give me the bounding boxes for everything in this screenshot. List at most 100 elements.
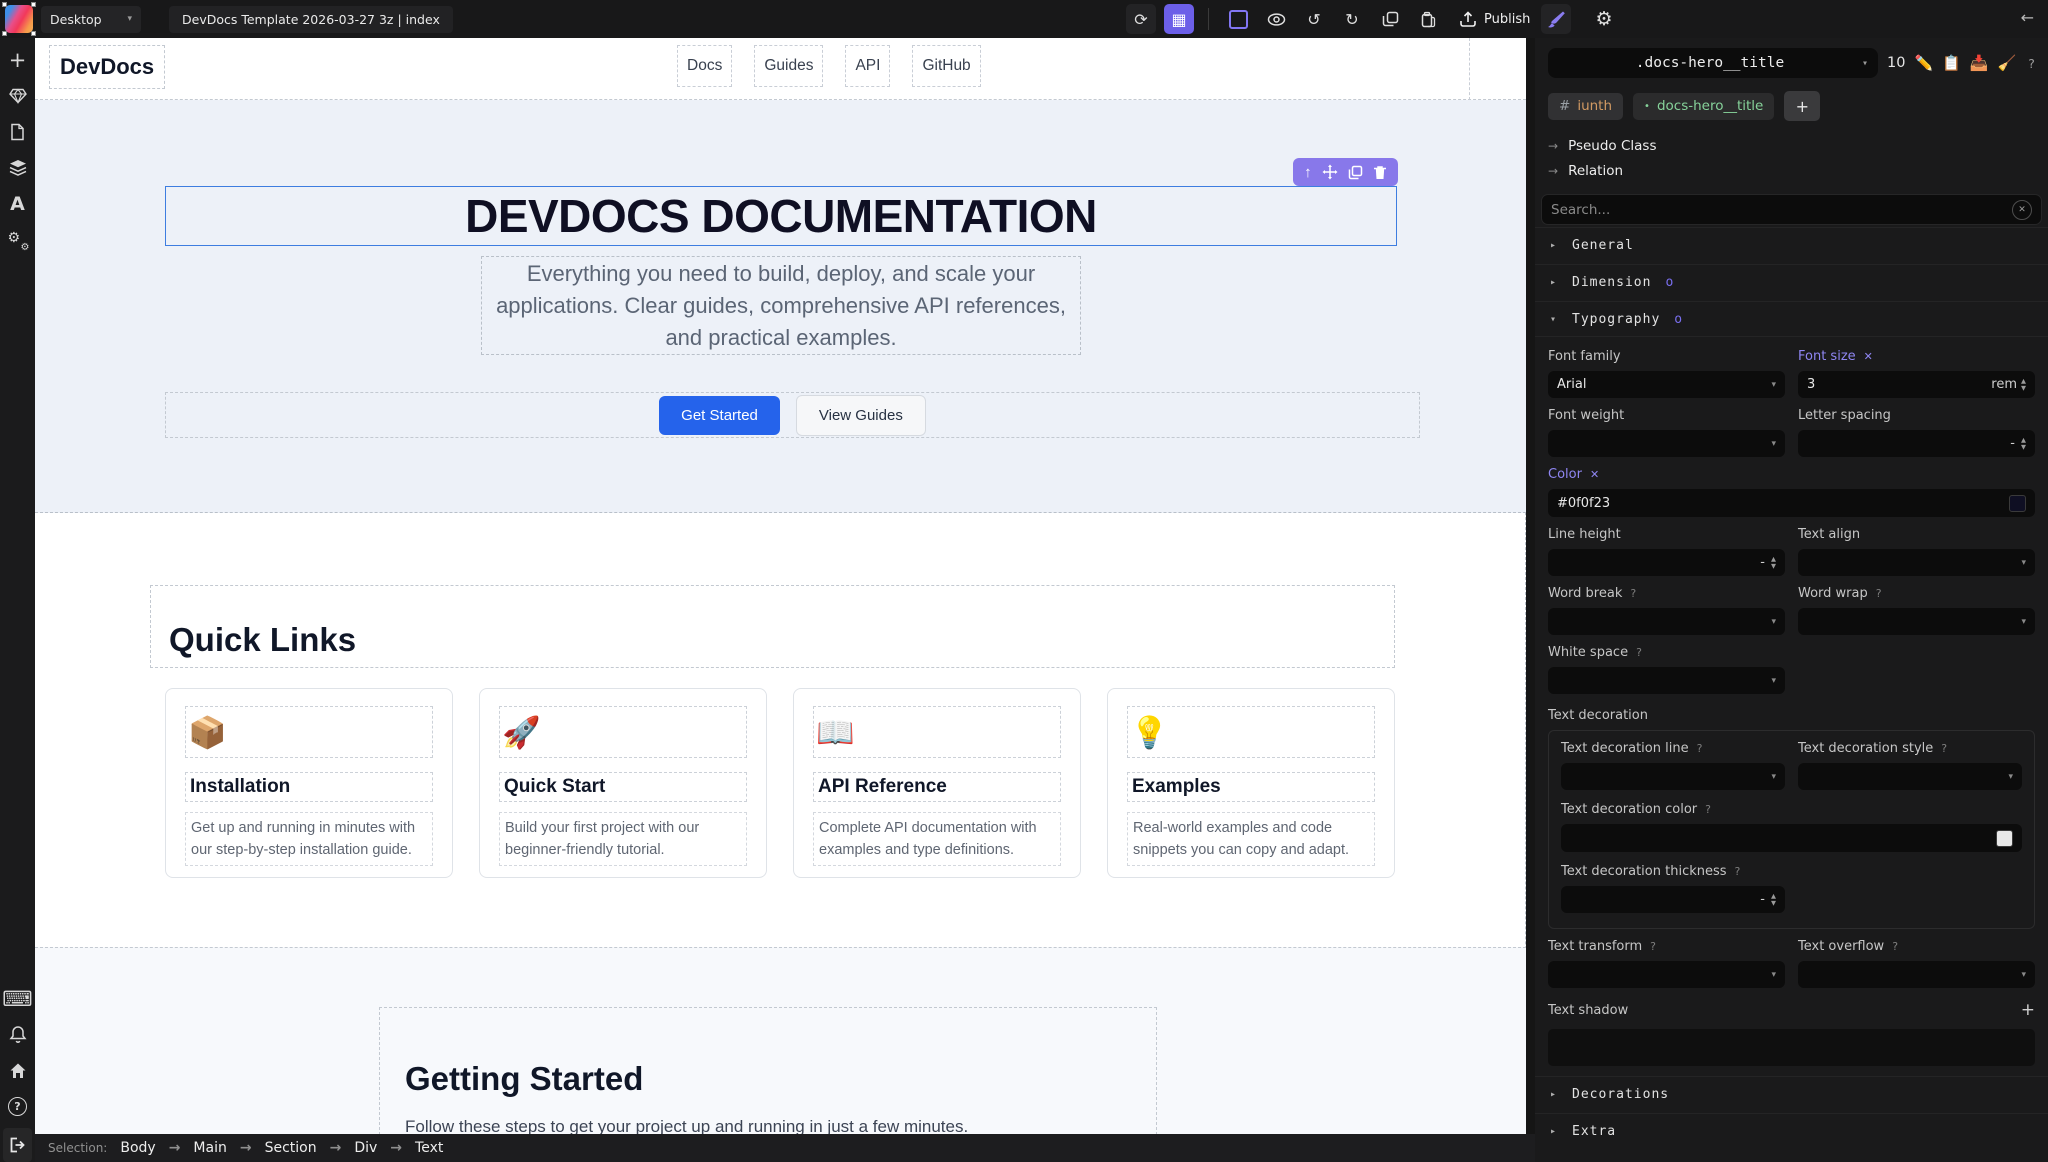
remove-property-icon[interactable]: ✕ (1590, 468, 1599, 481)
style-brush-icon[interactable] (1541, 4, 1571, 34)
font-family-select[interactable]: Arial ▾ (1548, 371, 1785, 398)
hint-icon[interactable]: ? (1697, 742, 1703, 755)
site-navbar[interactable]: DevDocs Docs Guides API GitHub (35, 38, 1526, 100)
letter-spacing-input[interactable]: - ▲▼ (1798, 430, 2035, 457)
breadcrumb-div[interactable]: Div (354, 1140, 377, 1156)
hint-icon[interactable]: ? (1892, 940, 1898, 953)
word-break-select[interactable]: ▾ (1548, 608, 1785, 635)
text-decoration-color-input[interactable] (1561, 824, 2022, 852)
archive-box-icon[interactable]: 📥 (1970, 54, 1989, 72)
stepper-control[interactable]: ▲▼ (2021, 378, 2026, 391)
text-decoration-thickness-input[interactable]: - ▲▼ (1561, 886, 1785, 913)
section-decorations[interactable]: ▸ Decorations (1535, 1076, 2048, 1111)
text-shadow-list[interactable] (1548, 1029, 2035, 1066)
remove-property-icon[interactable]: ✕ (1864, 350, 1873, 363)
broom-icon[interactable]: 🧹 (1998, 54, 2017, 72)
add-component-icon[interactable]: + (3, 45, 32, 74)
selected-text-element[interactable]: DEVDOCS DOCUMENTATION (165, 186, 1397, 246)
hint-icon[interactable]: ? (1876, 587, 1882, 600)
pseudo-class-item[interactable]: → Pseudo Class (1548, 133, 2035, 158)
nav-link-github[interactable]: GitHub (912, 45, 980, 87)
sync-icon[interactable]: ⟳ (1126, 4, 1156, 34)
breadcrumb-text[interactable]: Text (415, 1140, 443, 1156)
nav-link-guides[interactable]: Guides (754, 45, 823, 87)
notifications-bell-icon[interactable] (3, 1020, 32, 1049)
paste-icon[interactable] (1413, 4, 1443, 34)
text-align-select[interactable]: ▾ (1798, 549, 2035, 576)
design-assets-icon[interactable] (3, 81, 32, 110)
font-weight-select[interactable]: ▾ (1548, 430, 1785, 457)
class-token-chip[interactable]: • docs-hero__title (1633, 93, 1774, 120)
grid-view-icon[interactable]: ▦ (1164, 4, 1194, 34)
hint-icon[interactable]: ? (1941, 742, 1947, 755)
style-source-selector[interactable]: .docs-hero__title ▾ (1548, 48, 1878, 78)
section-typography[interactable]: ▾ Typography o (1535, 301, 2048, 336)
move-up-icon[interactable]: ↑ (1304, 164, 1312, 181)
help-icon[interactable]: ? (2028, 56, 2035, 71)
hero-subtitle-box[interactable]: Everything you need to build, deploy, an… (481, 256, 1081, 355)
delete-trash-icon[interactable] (1373, 165, 1387, 180)
font-size-input[interactable]: 3 rem ▲▼ (1798, 371, 2035, 398)
page-body[interactable]: DevDocs Docs Guides API GitHub ↑ DEVDO (35, 38, 1526, 1134)
collapse-arrow-icon[interactable]: ← (2021, 8, 2034, 27)
relation-item[interactable]: → Relation (1548, 158, 2035, 183)
style-search-input[interactable]: Search... ✕ (1541, 194, 2042, 225)
section-extra[interactable]: ▸ Extra (1535, 1113, 2048, 1148)
card-api-reference[interactable]: 📖 API Reference Complete API documentati… (793, 688, 1081, 878)
breadcrumb-main[interactable]: Main (193, 1140, 226, 1156)
add-shadow-icon[interactable]: + (2021, 1000, 2035, 1020)
hint-icon[interactable]: ? (1650, 940, 1656, 953)
text-overflow-select[interactable]: ▾ (1798, 961, 2035, 988)
text-transform-select[interactable]: ▾ (1548, 961, 1785, 988)
add-token-button[interactable]: + (1784, 91, 1820, 121)
pages-icon[interactable] (3, 117, 32, 146)
white-space-select[interactable]: ▾ (1548, 667, 1785, 694)
card-installation[interactable]: 📦 Installation Get up and running in min… (165, 688, 453, 878)
settings-gear-icon[interactable]: ⚙ (1589, 4, 1619, 34)
edit-pencil-icon[interactable]: ✏️ (1914, 54, 1933, 72)
text-decoration-line-select[interactable]: ▾ (1561, 763, 1785, 790)
undo-icon[interactable]: ↺ (1299, 4, 1329, 34)
nav-link-docs[interactable]: Docs (677, 45, 732, 87)
copy-icon[interactable] (1375, 4, 1405, 34)
card-examples[interactable]: 💡 Examples Real-world examples and code … (1107, 688, 1395, 878)
hint-icon[interactable]: ? (1705, 803, 1711, 816)
word-wrap-select[interactable]: ▾ (1798, 608, 2035, 635)
hint-icon[interactable]: ? (1636, 646, 1642, 659)
select-mode-icon[interactable] (1223, 4, 1253, 34)
section-dimension[interactable]: ▸ Dimension o (1535, 264, 2048, 299)
app-logo[interactable] (5, 5, 33, 33)
color-swatch[interactable] (2009, 495, 2026, 512)
breadcrumb-section[interactable]: Section (265, 1140, 317, 1156)
hint-icon[interactable]: ? (1630, 587, 1636, 600)
card-quick-start[interactable]: 🚀 Quick Start Build your first project w… (479, 688, 767, 878)
clear-search-icon[interactable]: ✕ (2012, 200, 2032, 220)
publish-button[interactable]: Publish (1451, 4, 1538, 34)
line-height-input[interactable]: - ▲▼ (1548, 549, 1785, 576)
nav-link-api[interactable]: API (845, 45, 890, 87)
getting-started-heading-box[interactable]: Getting Started (379, 1007, 1157, 1134)
hint-icon[interactable]: ? (1735, 865, 1741, 878)
logout-icon[interactable] (3, 1128, 32, 1162)
section-general[interactable]: ▸ General (1535, 227, 2048, 262)
stepper-control[interactable]: ▲▼ (1771, 893, 1776, 906)
id-token-chip[interactable]: # iunth (1548, 93, 1623, 120)
drag-move-icon[interactable] (1322, 164, 1338, 180)
get-started-button[interactable]: Get Started (659, 396, 780, 435)
site-brand[interactable]: DevDocs (49, 45, 165, 89)
breakpoint-selector[interactable]: Desktop ▾ (41, 6, 141, 33)
hero-section[interactable]: ↑ DEVDOCS DOCUMENTATION Everything you n… (35, 100, 1526, 513)
shortcuts-keyboard-icon[interactable]: ⌨ (3, 984, 32, 1013)
text-decoration-style-select[interactable]: ▾ (1798, 763, 2022, 790)
font-size-unit[interactable]: rem (1991, 377, 2017, 392)
components-gears-icon[interactable]: ⚙⚙ (3, 225, 32, 254)
color-input[interactable]: #0f0f23 (1548, 489, 2035, 517)
view-guides-button[interactable]: View Guides (796, 395, 926, 436)
help-icon[interactable]: ? (3, 1092, 32, 1121)
text-decoration-color-swatch[interactable] (1996, 830, 2013, 847)
getting-started-section[interactable]: Getting Started Follow these steps to ge… (35, 947, 1526, 1134)
preview-eye-icon[interactable] (1261, 4, 1291, 34)
redo-icon[interactable]: ↻ (1337, 4, 1367, 34)
home-icon[interactable] (3, 1056, 32, 1085)
breadcrumb-body[interactable]: Body (120, 1140, 155, 1156)
